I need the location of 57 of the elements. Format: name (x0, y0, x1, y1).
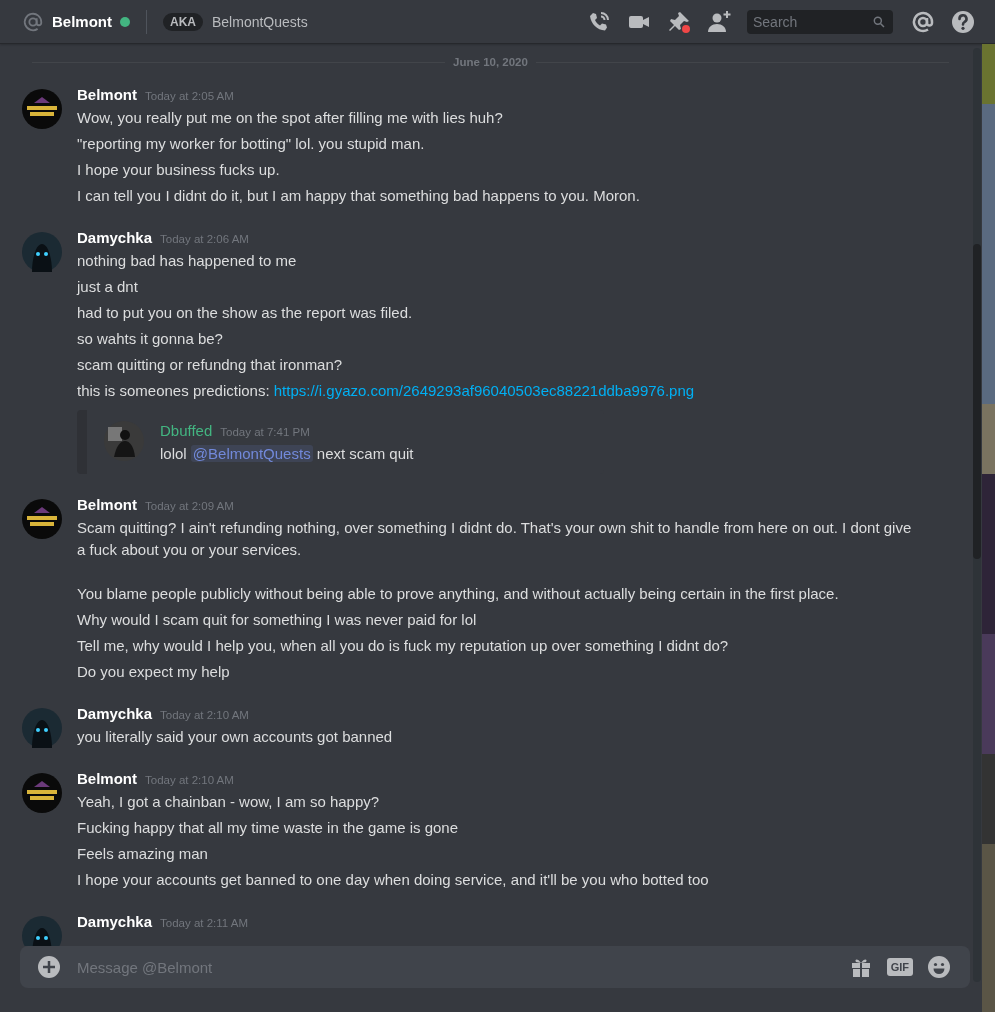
author-name[interactable]: Damychka (77, 914, 153, 930)
avatar[interactable] (22, 89, 62, 129)
message-text: I can tell you I didnt do it, but I am happy that something bad happens to you. Moron. (77, 186, 641, 206)
message-text: nothing bad has happened to me (77, 251, 298, 271)
message-text: Fucking happy that all my time waste in the game is gone (77, 818, 460, 838)
avatar[interactable] (104, 421, 144, 461)
gif-button[interactable]: GIF (886, 958, 913, 976)
pin-icon[interactable] (667, 9, 691, 34)
add-icon[interactable] (37, 955, 61, 979)
message-text: Scam quitting? I ain't refunding nothing, over something I didnt do. That's your own shit to handle from here on out. I dont give a fuck about you or your services. (77, 518, 913, 560)
alias-name: BelmontQuests (212, 13, 308, 30)
search-icon (872, 14, 886, 29)
timestamp: Today at 7:41 PM (220, 425, 310, 440)
add-friend-icon[interactable] (707, 9, 731, 34)
message-text: You blame people publicly without being able to prove anything, and without actually being certain in the first place. (77, 584, 840, 604)
avatar[interactable] (22, 499, 62, 539)
timestamp: Today at 2:06 AM (160, 232, 249, 247)
author-name[interactable]: Dbuffed (160, 423, 213, 439)
author-name[interactable]: Belmont (77, 87, 137, 103)
message-text: had to put you on the show as the report was filed. (77, 303, 414, 323)
message-text: lolol (160, 445, 187, 462)
scrollbar-thumb[interactable] (973, 244, 981, 559)
mentions-icon[interactable] (911, 9, 935, 34)
message-text: so wahts it gonna be? (77, 329, 224, 349)
link[interactable]: https://i.gyazo.com/2649293af96040503ec88221ddba9976.png (273, 382, 695, 399)
message-text: next scam quit (316, 445, 414, 462)
message-text: Wow, you really put me on the spot after filling me with lies huh? (77, 108, 504, 128)
message-text: Yeah, I got a chainban - wow, I am so happy? (77, 792, 381, 812)
author-name[interactable]: Damychka (77, 706, 153, 722)
timestamp: Today at 2:10 AM (145, 773, 234, 788)
message-text: I hope your accounts get banned to one day when doing service, and it'll be you who botted too (77, 870, 710, 890)
channel-title: Belmont (52, 13, 112, 30)
date-divider: June 10, 2020 (453, 56, 528, 68)
message-text: "reporting my worker for botting" lol. you stupid man. (77, 134, 426, 154)
emoji-icon[interactable] (927, 955, 951, 979)
help-icon[interactable] (951, 9, 975, 34)
search-field[interactable]: Search (747, 9, 893, 34)
author-name[interactable]: Damychka (77, 230, 153, 246)
aka-tag: AKA (163, 12, 203, 31)
message-text: Why would I scam quit for something I was never paid for lol (77, 610, 478, 630)
at-icon (22, 10, 44, 33)
author-name[interactable]: Belmont (77, 771, 137, 787)
message-text: I hope your business fucks up. (77, 160, 281, 180)
message-text: Tell me, why would I help you, when all you do is fuck my reputation up over something I didnt do? (77, 636, 730, 656)
avatar[interactable] (22, 773, 62, 813)
timestamp: Today at 2:09 AM (145, 499, 234, 514)
message-text: scam quitting or refundng that ironman? (77, 355, 344, 375)
scrollbar[interactable] (973, 48, 981, 982)
author-name[interactable]: Belmont (77, 497, 137, 513)
timestamp: Today at 2:11 AM (160, 916, 249, 931)
message-text: Feels amazing man (77, 844, 209, 864)
timestamp: Today at 2:10 AM (160, 708, 249, 723)
message-text: just a dnt (77, 277, 139, 297)
message-text: you literally said your own accounts got banned (77, 727, 394, 747)
timestamp: Today at 2:05 AM (145, 89, 234, 104)
message-text: Do you expect my help (77, 662, 231, 682)
message-text: this is someones predictions: (77, 382, 270, 399)
